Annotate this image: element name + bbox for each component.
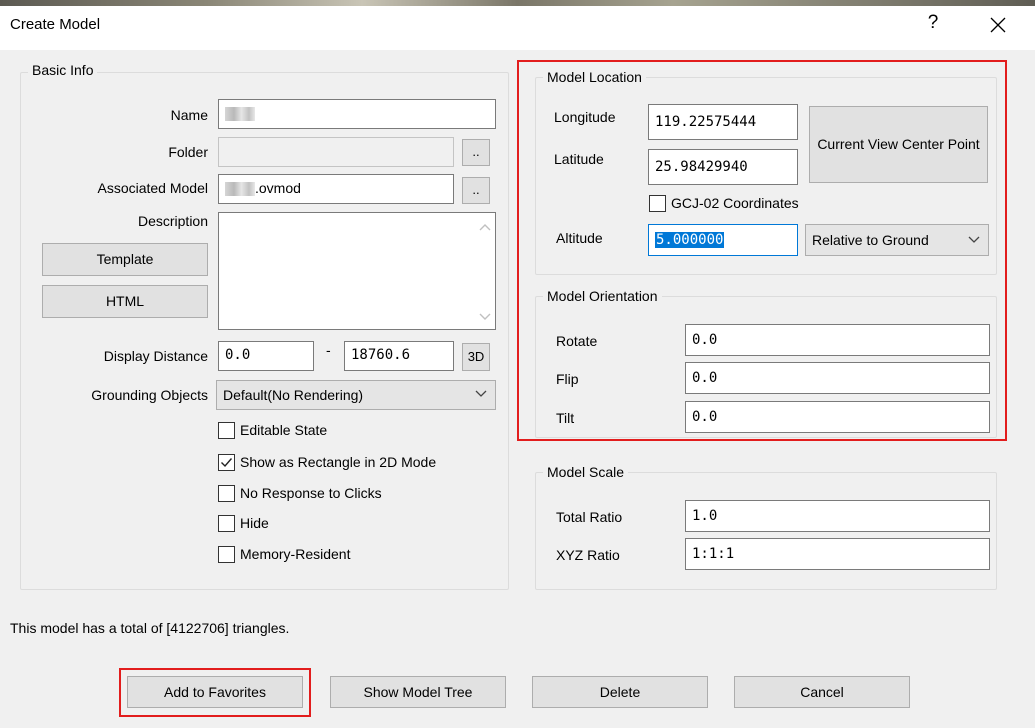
- memory-resident-checkbox[interactable]: [218, 546, 235, 563]
- grounding-objects-value: Default(No Rendering): [223, 387, 364, 403]
- model-scale-legend: Model Scale: [543, 464, 629, 480]
- name-label: Name: [170, 107, 208, 123]
- xyz-ratio-input[interactable]: 1:1:1: [685, 538, 990, 570]
- close-button[interactable]: [976, 12, 1020, 40]
- chevron-down-icon: [475, 390, 487, 397]
- display-distance-separator: -: [326, 342, 331, 358]
- scroll-up-icon[interactable]: [479, 223, 491, 231]
- dialog-title: Create Model: [10, 16, 101, 33]
- annotation-highlight-box-footer: [119, 668, 311, 717]
- close-icon: [990, 17, 1006, 33]
- folder-label: Folder: [168, 144, 208, 160]
- delete-button[interactable]: Delete: [532, 676, 708, 708]
- grounding-objects-select[interactable]: Default(No Rendering): [216, 380, 496, 410]
- name-input[interactable]: [218, 99, 496, 129]
- description-textarea[interactable]: [218, 212, 496, 330]
- associated-model-label: Associated Model: [97, 180, 208, 196]
- associated-model-input[interactable]: .ovmod: [218, 174, 454, 204]
- template-button[interactable]: Template: [42, 243, 208, 276]
- checkmark-icon: [221, 458, 233, 468]
- display-distance-max-input[interactable]: 18760.6: [344, 341, 454, 371]
- hide-checkbox[interactable]: [218, 515, 235, 532]
- total-ratio-input[interactable]: 1.0: [685, 500, 990, 532]
- description-label: Description: [137, 213, 208, 229]
- no-response-label: No Response to Clicks: [240, 485, 382, 501]
- display-distance-min-input[interactable]: 0.0: [218, 341, 314, 371]
- display-distance-label: Display Distance: [103, 348, 208, 364]
- help-button[interactable]: ?: [921, 12, 945, 34]
- html-button[interactable]: HTML: [42, 285, 208, 318]
- cancel-button[interactable]: Cancel: [734, 676, 910, 708]
- basic-info-legend: Basic Info: [28, 62, 98, 78]
- xyz-ratio-label: XYZ Ratio: [556, 547, 620, 563]
- annotation-highlight-box: [517, 60, 1007, 441]
- editable-state-checkbox[interactable]: [218, 422, 235, 439]
- no-response-checkbox[interactable]: [218, 485, 235, 502]
- editable-state-label: Editable State: [240, 422, 328, 438]
- memory-resident-label: Memory-Resident: [240, 546, 351, 562]
- folder-browse-button[interactable]: ..: [462, 139, 490, 166]
- 3d-button[interactable]: 3D: [462, 343, 490, 371]
- redacted-model-name: [225, 182, 255, 197]
- show-rectangle-checkbox[interactable]: [218, 454, 235, 471]
- hide-label: Hide: [240, 515, 269, 531]
- grounding-objects-label: Grounding Objects: [91, 387, 208, 403]
- title-bar: [0, 6, 1035, 50]
- triangles-status: This model has a total of [4122706] tria…: [10, 620, 290, 636]
- redacted-name: [225, 107, 255, 122]
- show-model-tree-button[interactable]: Show Model Tree: [330, 676, 506, 708]
- folder-input[interactable]: [218, 137, 454, 167]
- scroll-down-icon[interactable]: [479, 313, 491, 321]
- total-ratio-label: Total Ratio: [556, 509, 623, 525]
- show-rectangle-label: Show as Rectangle in 2D Mode: [240, 454, 437, 470]
- associated-model-browse-button[interactable]: ..: [462, 177, 490, 204]
